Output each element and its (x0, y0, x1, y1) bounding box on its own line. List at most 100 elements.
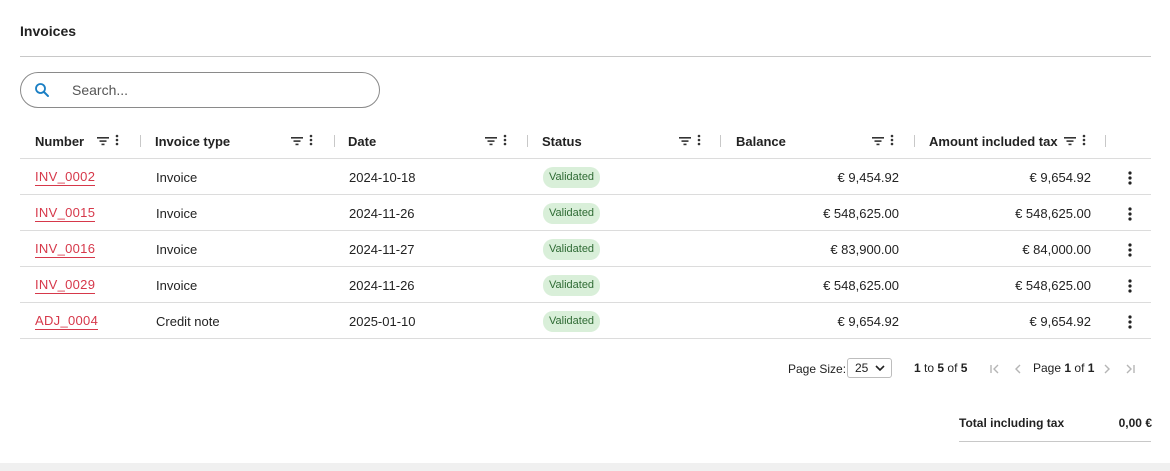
footer-band (0, 463, 1170, 471)
status-badge: Validated (543, 310, 601, 332)
filter-icon[interactable] (679, 133, 691, 151)
pagination-bar: Page Size: 25 1 to 5 of 5 Page 1 of 1 (0, 358, 1170, 380)
total-divider (959, 441, 1151, 442)
vertical-dots-icon[interactable] (309, 133, 313, 151)
filter-icon[interactable] (872, 133, 884, 151)
balance-value: € 83,900.00 (830, 241, 899, 257)
column-separator[interactable] (1105, 135, 1106, 147)
invoice-type: Invoice (156, 241, 198, 257)
page-size-select[interactable]: 25 (847, 358, 892, 378)
column-label: Amount included tax (929, 133, 1058, 149)
last-page-icon[interactable] (1124, 363, 1136, 378)
page-current: 1 (1064, 361, 1072, 375)
filter-icon[interactable] (1064, 133, 1076, 151)
range-of-word: of (947, 361, 958, 375)
page-total: 1 (1087, 361, 1095, 375)
vertical-dots-icon[interactable] (1123, 314, 1137, 330)
status-badge: Validated (543, 166, 601, 188)
search-box[interactable] (20, 72, 380, 108)
range-to-word: to (924, 361, 935, 375)
table-row[interactable]: INV_0029 Invoice 2024-11-26 Validated € … (20, 267, 1151, 303)
vertical-dots-icon[interactable] (890, 133, 894, 151)
balance-value: € 548,625.00 (823, 277, 899, 293)
column-separator[interactable] (140, 135, 141, 147)
column-header-balance[interactable]: Balance (736, 123, 786, 159)
grid-header: Number Invoice type Date Status Balance … (20, 123, 1151, 159)
column-label: Date (348, 133, 377, 149)
status-badge: Validated (543, 238, 601, 260)
column-separator[interactable] (720, 135, 721, 147)
page-info: Page 1 of 1 (1033, 361, 1094, 375)
amount-value: € 548,625.00 (1015, 205, 1091, 221)
invoice-type: Invoice (156, 169, 198, 185)
column-separator[interactable] (527, 135, 528, 147)
invoices-grid: Number Invoice type Date Status Balance … (20, 123, 1151, 339)
balance-value: € 548,625.00 (823, 205, 899, 221)
column-label: Invoice type (155, 133, 231, 149)
column-label: Number (35, 133, 85, 149)
column-separator[interactable] (914, 135, 915, 147)
invoice-date: 2024-11-26 (349, 277, 415, 293)
vertical-dots-icon[interactable] (1123, 242, 1137, 258)
invoice-number-link[interactable]: INV_0015 (35, 205, 96, 222)
range-to: 5 (937, 361, 945, 375)
filter-icon[interactable] (97, 133, 109, 151)
table-row[interactable]: INV_0002 Invoice 2024-10-18 Validated € … (20, 159, 1151, 195)
search-input[interactable] (72, 79, 362, 101)
vertical-dots-icon[interactable] (1123, 278, 1137, 294)
vertical-dots-icon[interactable] (503, 133, 507, 151)
invoice-date: 2024-10-18 (349, 169, 416, 185)
column-separator[interactable] (334, 135, 335, 147)
table-row[interactable]: ADJ_0004 Credit note 2025-01-10 Validate… (20, 303, 1151, 339)
vertical-dots-icon[interactable] (1123, 170, 1137, 186)
search-icon (33, 81, 51, 99)
invoice-type: Credit note (156, 313, 220, 329)
amount-value: € 548,625.00 (1015, 277, 1091, 293)
page-word: Page (1033, 361, 1062, 375)
vertical-dots-icon[interactable] (1123, 206, 1137, 222)
column-header-number[interactable]: Number (35, 123, 84, 159)
range-from: 1 (914, 361, 921, 375)
column-label: Status (542, 133, 582, 149)
invoice-type: Invoice (156, 277, 198, 293)
invoice-number-link[interactable]: ADJ_0004 (35, 313, 99, 330)
status-badge: Validated (543, 274, 601, 296)
vertical-dots-icon[interactable] (697, 133, 701, 151)
invoice-number-link[interactable]: INV_0002 (35, 169, 96, 186)
balance-value: € 9,454.92 (837, 169, 899, 185)
page-size-value: 25 (855, 361, 869, 375)
invoice-number-link[interactable]: INV_0029 (35, 277, 96, 294)
amount-value: € 9,654.92 (1029, 169, 1091, 185)
balance-value: € 9,654.92 (837, 313, 899, 329)
table-row[interactable]: INV_0015 Invoice 2024-11-26 Validated € … (20, 195, 1151, 231)
invoice-type: Invoice (156, 205, 198, 221)
row-range: 1 to 5 of 5 (914, 361, 967, 375)
status-badge: Validated (543, 202, 601, 224)
chevron-down-icon (875, 365, 885, 372)
title-divider (20, 56, 1151, 57)
vertical-dots-icon[interactable] (115, 133, 119, 151)
total-including-tax-value: 0,00 € (1118, 416, 1152, 430)
invoice-date: 2024-11-27 (349, 241, 415, 257)
column-header-date[interactable]: Date (348, 123, 376, 159)
filter-icon[interactable] (291, 133, 303, 151)
amount-value: € 9,654.92 (1029, 313, 1091, 329)
column-header-amount-included-tax[interactable]: Amount included tax (929, 123, 1058, 159)
invoice-date: 2025-01-10 (349, 313, 416, 329)
page-size-label: Page Size: (788, 362, 847, 376)
page-title: Invoices (20, 23, 77, 39)
first-page-icon[interactable] (989, 363, 1001, 378)
next-page-icon[interactable] (1101, 363, 1113, 378)
page-of-word: of (1074, 361, 1085, 375)
vertical-dots-icon[interactable] (1082, 133, 1086, 151)
range-total: 5 (960, 361, 968, 375)
previous-page-icon[interactable] (1012, 363, 1024, 378)
filter-icon[interactable] (485, 133, 497, 151)
amount-value: € 84,000.00 (1022, 241, 1091, 257)
column-label: Balance (736, 133, 786, 149)
invoice-date: 2024-11-26 (349, 205, 415, 221)
column-header-status[interactable]: Status (542, 123, 582, 159)
invoice-number-link[interactable]: INV_0016 (35, 241, 96, 258)
table-row[interactable]: INV_0016 Invoice 2024-11-27 Validated € … (20, 231, 1151, 267)
column-header-invoice-type[interactable]: Invoice type (155, 123, 230, 159)
